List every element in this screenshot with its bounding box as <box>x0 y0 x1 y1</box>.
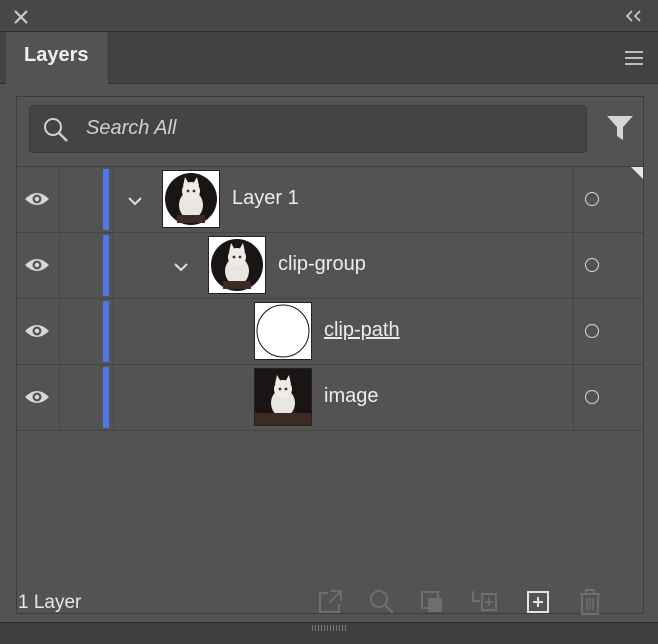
target-circle-icon[interactable] <box>585 324 599 338</box>
selection-corner-indicator <box>631 167 643 179</box>
layer-name[interactable]: clip-group <box>278 253 366 276</box>
layer-color-bar <box>103 169 109 230</box>
layer-name[interactable]: clip-path <box>324 319 400 342</box>
layer-row[interactable]: clip-path <box>17 299 643 365</box>
layers-panel-body: Search All Layer 1 clip-group clip-path … <box>16 96 644 614</box>
layer-name[interactable]: image <box>324 385 378 408</box>
column-divider <box>59 365 60 430</box>
column-divider <box>113 167 114 232</box>
clip-path-circle-icon <box>256 304 310 358</box>
layer-color-bar <box>103 367 109 428</box>
chevron-down-icon[interactable] <box>173 261 189 273</box>
column-divider <box>573 167 574 232</box>
chevron-down-icon[interactable] <box>127 195 143 207</box>
make-clipping-mask-icon[interactable] <box>418 588 446 616</box>
panel-footer: 1 Layer <box>0 586 658 622</box>
column-divider <box>59 233 60 298</box>
target-circle-icon[interactable] <box>585 390 599 404</box>
layer-count: 1 Layer <box>18 592 82 613</box>
tab-layers[interactable]: Layers <box>6 32 109 84</box>
column-divider <box>573 233 574 298</box>
search-icon <box>44 118 68 142</box>
column-divider <box>59 167 60 232</box>
layer-row[interactable]: Layer 1 <box>17 167 643 233</box>
column-divider <box>573 299 574 364</box>
tab-layers-label: Layers <box>24 44 89 66</box>
layer-thumbnail[interactable] <box>254 368 312 426</box>
filter-funnel-icon[interactable] <box>605 113 635 143</box>
trash-icon[interactable] <box>576 588 604 616</box>
layer-color-bar <box>103 235 109 296</box>
search-area: Search All <box>17 97 643 167</box>
layer-thumbnail[interactable] <box>208 236 266 294</box>
column-divider <box>113 299 114 364</box>
panel-titlebar <box>0 0 658 32</box>
cat-image-icon <box>255 369 311 425</box>
locate-object-icon[interactable] <box>368 588 396 616</box>
eye-icon[interactable] <box>23 255 51 275</box>
hamburger-menu-icon[interactable] <box>624 50 644 66</box>
export-icon[interactable] <box>316 588 344 616</box>
cat-image-icon <box>211 239 263 291</box>
new-layer-icon[interactable] <box>524 588 552 616</box>
column-divider <box>113 233 114 298</box>
eye-icon[interactable] <box>23 321 51 341</box>
layer-color-bar <box>103 301 109 362</box>
create-sublayer-icon[interactable] <box>470 588 498 616</box>
panel-tabbar: Layers <box>0 32 658 84</box>
layer-row[interactable]: image <box>17 365 643 431</box>
search-placeholder: Search All <box>86 117 177 139</box>
search-input[interactable]: Search All <box>29 105 587 153</box>
resize-grip[interactable] <box>0 622 658 644</box>
layer-thumbnail[interactable] <box>254 302 312 360</box>
layer-row[interactable]: clip-group <box>17 233 643 299</box>
eye-icon[interactable] <box>23 189 51 209</box>
column-divider <box>113 365 114 430</box>
column-divider <box>573 365 574 430</box>
column-divider <box>59 299 60 364</box>
double-chevron-left-icon[interactable] <box>624 8 644 24</box>
target-circle-icon[interactable] <box>585 258 599 272</box>
cat-image-icon <box>165 173 217 225</box>
close-icon[interactable] <box>12 8 30 26</box>
layer-thumbnail[interactable] <box>162 170 220 228</box>
eye-icon[interactable] <box>23 387 51 407</box>
grip-lines <box>312 625 348 631</box>
target-circle-icon[interactable] <box>585 192 599 206</box>
layer-name[interactable]: Layer 1 <box>232 187 299 210</box>
